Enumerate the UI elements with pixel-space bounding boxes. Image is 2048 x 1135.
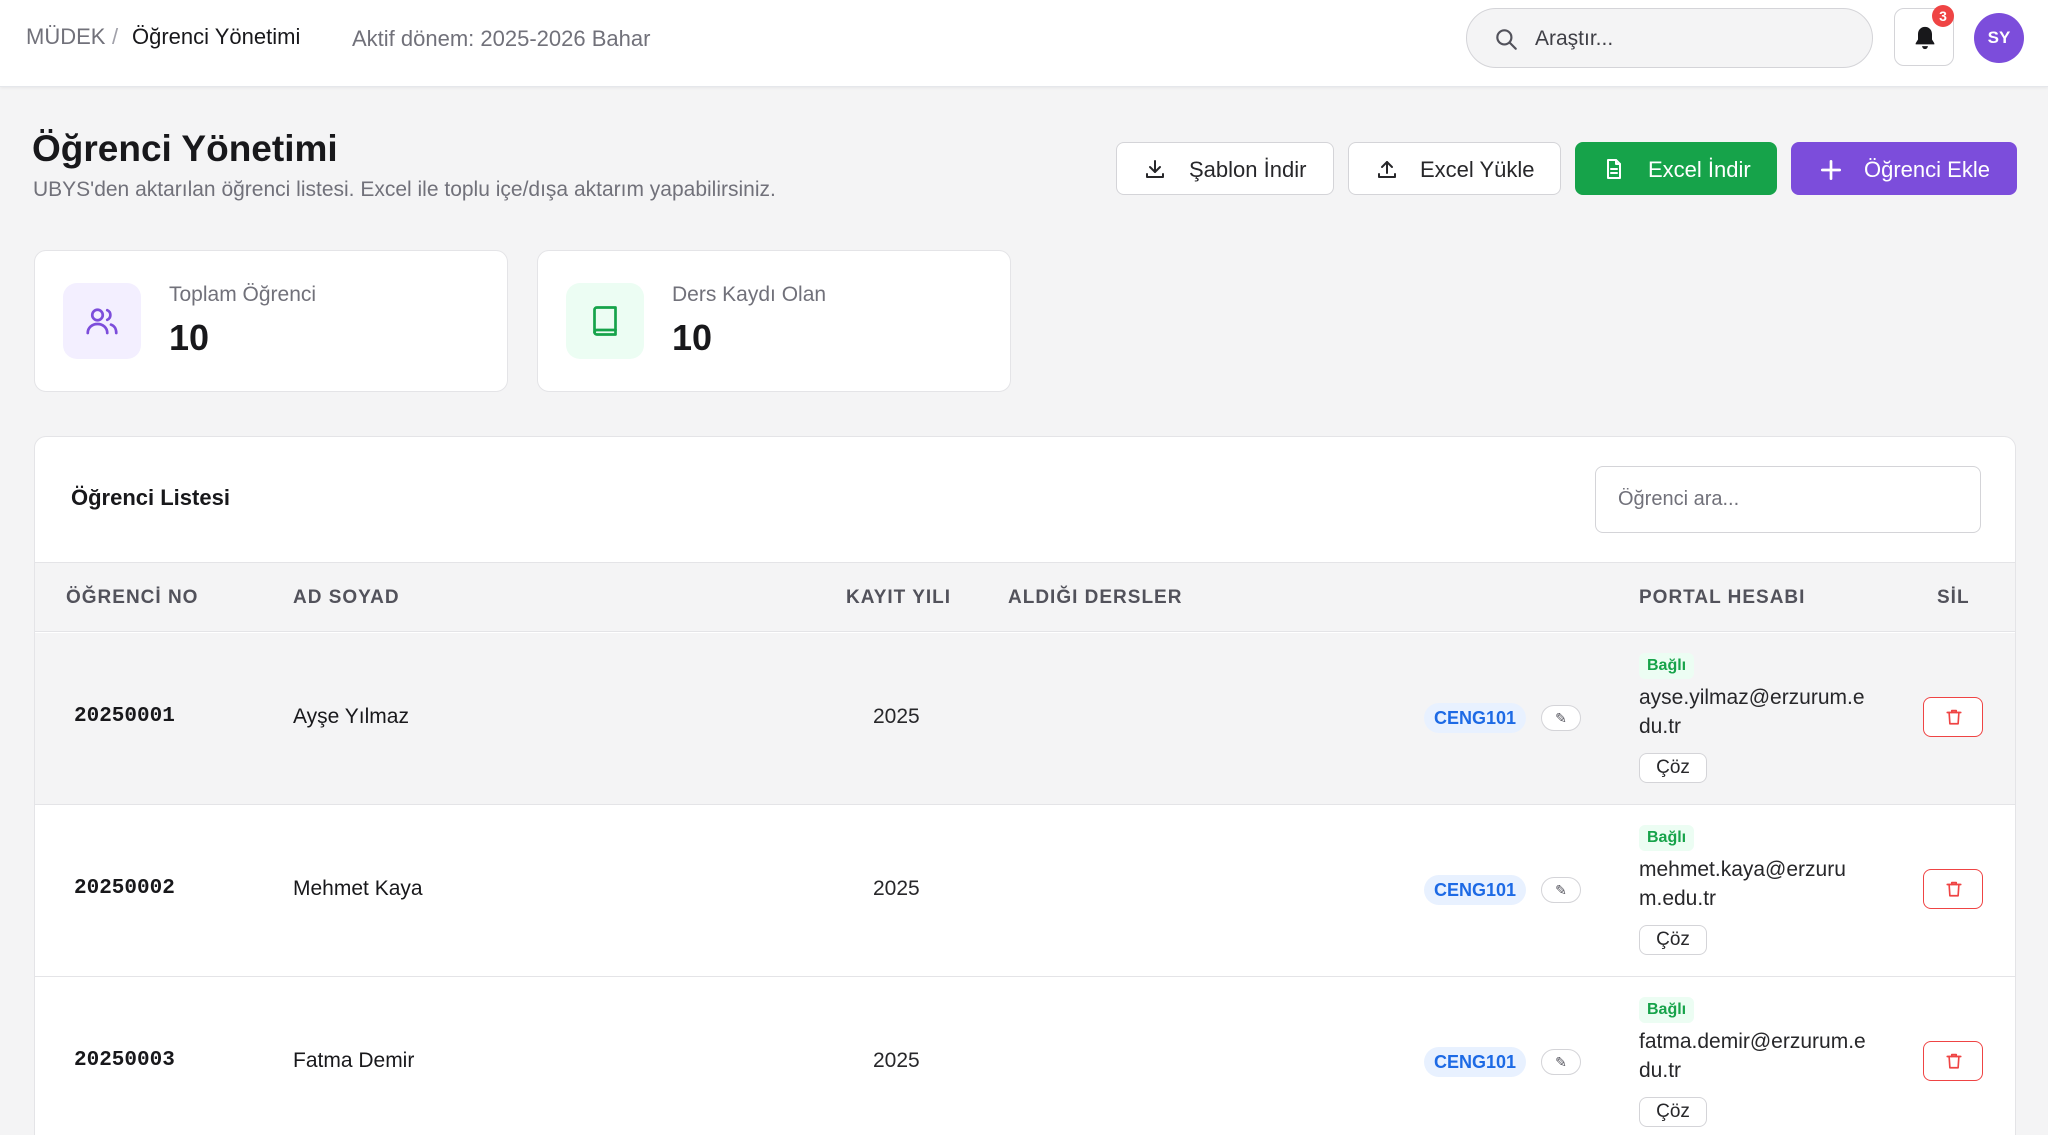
stat-value: 10 xyxy=(169,317,210,358)
edit-courses-button[interactable]: ✎ xyxy=(1541,705,1581,731)
column-header-student-no[interactable]: ÖĞRENCİ NO xyxy=(66,587,198,609)
breadcrumb-current: Öğrenci Yönetimi xyxy=(132,24,301,49)
student-search-input[interactable] xyxy=(1595,466,1981,533)
notification-badge: 3 xyxy=(1932,5,1954,27)
edit-courses-button[interactable]: ✎ xyxy=(1541,877,1581,903)
avatar[interactable]: SY xyxy=(1974,13,2024,63)
portal-email: ayse.yilmaz@erzurum.edu.tr xyxy=(1639,686,1865,738)
unlink-button[interactable]: Çöz xyxy=(1639,925,1707,955)
stat-label: Ders Kaydı Olan xyxy=(672,283,827,306)
column-header-portal: PORTAL HESABI xyxy=(1639,587,1806,608)
delete-button[interactable] xyxy=(1923,1041,1983,1081)
portal-email: fatma.demir@erzurum.edu.tr xyxy=(1639,1030,1866,1082)
student-list-card: Öğrenci Listesi ÖĞRENCİ NO AD SOYAD KAYI… xyxy=(34,436,2016,1135)
student-no: 20250002 xyxy=(74,877,175,900)
table-row[interactable]: 20250002 Mehmet Kaya 2025 CENG101 ✎ Bağl… xyxy=(35,805,2015,977)
stat-label: Toplam Öğrenci xyxy=(169,283,317,306)
upload-excel-button[interactable]: Excel Yükle xyxy=(1348,142,1561,195)
table-row[interactable]: 20250003 Fatma Demir 2025 CENG101 ✎ Bağl… xyxy=(35,977,2015,1135)
add-student-button[interactable]: Öğrenci Ekle xyxy=(1791,142,2017,195)
upload-excel-label: Excel Yükle xyxy=(1420,157,1535,182)
file-icon xyxy=(1607,159,1621,179)
download-excel-label: Excel İndir xyxy=(1648,157,1751,182)
trash-icon xyxy=(1946,709,1962,725)
student-list-title: Öğrenci Listesi xyxy=(71,485,230,510)
stat-value: 10 xyxy=(672,317,713,358)
top-bar: MÜDEK / Öğrenci Yönetimi Aktif dönem: 20… xyxy=(0,0,2048,87)
table-header: ÖĞRENCİ NO AD SOYAD KAYIT YILI ALDIĞI DE… xyxy=(35,562,2015,632)
portal-status-badge: Bağlı xyxy=(1639,997,1695,1023)
enrollment-year: 2025 xyxy=(873,877,920,900)
column-header-delete: SİL xyxy=(1937,587,1970,608)
active-term: Aktif dönem: 2025-2026 Bahar xyxy=(352,26,651,51)
users-icon xyxy=(86,308,118,335)
breadcrumb-separator: / xyxy=(112,24,119,49)
portal-status-badge: Bağlı xyxy=(1639,825,1695,851)
stat-icon-wrapper xyxy=(566,283,644,359)
download-excel-button[interactable]: Excel İndir xyxy=(1575,142,1777,195)
course-badge: CENG101 xyxy=(1424,703,1527,733)
delete-button[interactable] xyxy=(1923,697,1983,737)
enrollment-year: 2025 xyxy=(873,705,920,728)
course-badge: CENG101 xyxy=(1424,875,1527,905)
bell-icon xyxy=(1915,26,1935,50)
unlink-button[interactable]: Çöz xyxy=(1639,753,1707,783)
column-header-year[interactable]: KAYIT YILI xyxy=(846,587,951,609)
trash-icon xyxy=(1946,1053,1962,1069)
student-no: 20250003 xyxy=(74,1049,175,1072)
enrollment-year: 2025 xyxy=(873,1049,920,1072)
unlink-button[interactable]: Çöz xyxy=(1639,1097,1707,1127)
download-template-button[interactable]: Şablon İndir xyxy=(1116,142,1334,195)
student-name: Mehmet Kaya xyxy=(293,877,423,900)
course-badge: CENG101 xyxy=(1424,1047,1527,1077)
plus-icon xyxy=(1820,159,1842,181)
stat-card-total-students: Toplam Öğrenci 10 xyxy=(34,250,508,392)
trash-icon xyxy=(1946,881,1962,897)
global-search[interactable] xyxy=(1466,8,1873,68)
delete-button[interactable] xyxy=(1923,869,1983,909)
breadcrumb-root[interactable]: MÜDEK xyxy=(26,24,105,50)
column-header-name[interactable]: AD SOYAD xyxy=(293,587,400,609)
page-title: Öğrenci Yönetimi xyxy=(32,128,338,169)
global-search-input[interactable] xyxy=(1535,23,1855,55)
download-icon xyxy=(1146,160,1164,178)
page-subtitle: UBYS'den aktarılan öğrenci listesi. Exce… xyxy=(33,178,776,201)
table-row[interactable]: 20250001 Ayşe Yılmaz 2025 CENG101 ✎ Bağl… xyxy=(35,633,2015,805)
student-no: 20250001 xyxy=(74,705,175,728)
add-student-label: Öğrenci Ekle xyxy=(1864,157,1990,182)
edit-courses-button[interactable]: ✎ xyxy=(1541,1049,1581,1075)
student-name: Ayşe Yılmaz xyxy=(293,705,409,728)
stat-card-enrolled: Ders Kaydı Olan 10 xyxy=(537,250,1011,392)
portal-status-badge: Bağlı xyxy=(1639,653,1695,679)
student-name: Fatma Demir xyxy=(293,1049,415,1072)
book-icon xyxy=(593,306,617,336)
column-header-courses: ALDIĞI DERSLER xyxy=(1008,587,1183,608)
download-template-label: Şablon İndir xyxy=(1189,157,1307,182)
search-icon xyxy=(1496,29,1517,50)
portal-email: mehmet.kaya@erzurum.edu.tr xyxy=(1639,858,1846,910)
stat-icon-wrapper xyxy=(63,283,141,359)
upload-icon xyxy=(1378,161,1396,178)
